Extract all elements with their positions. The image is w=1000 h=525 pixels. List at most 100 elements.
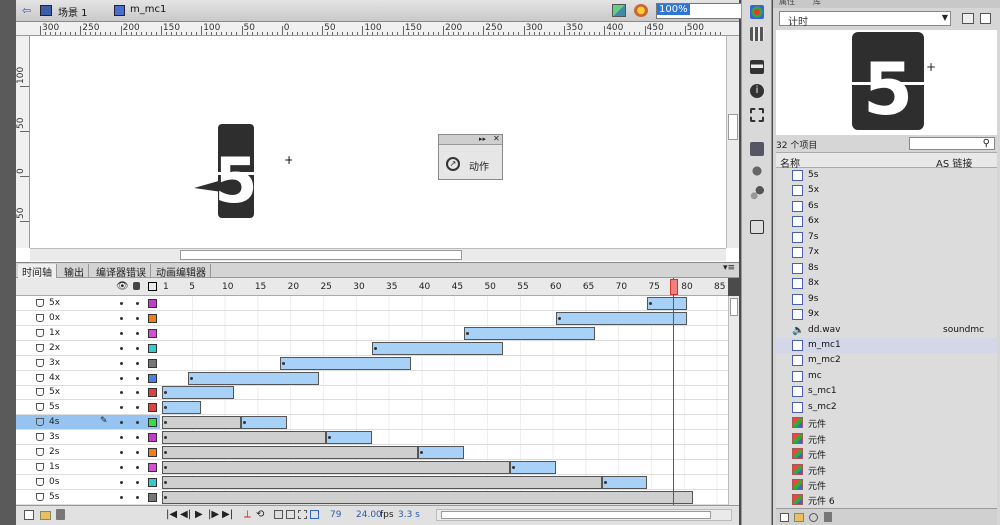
library-item[interactable]: 9s	[776, 292, 997, 308]
properties-icon[interactable]	[809, 513, 818, 522]
components-icon[interactable]	[750, 142, 764, 156]
layer-color-swatch[interactable]	[148, 433, 157, 443]
lock-dot[interactable]	[136, 465, 139, 469]
frame-grid[interactable]	[160, 296, 728, 505]
library-item[interactable]: 元件	[776, 415, 997, 431]
keyframe-dot[interactable]	[164, 451, 167, 454]
keyframe-dot[interactable]	[242, 421, 246, 425]
library-item[interactable]: 元件	[776, 446, 997, 462]
actions-label[interactable]: 动作	[469, 158, 489, 173]
layer-name[interactable]: 5x	[49, 298, 60, 308]
breadcrumb-symbol[interactable]: m_mc1	[130, 4, 166, 15]
keyframe-dot[interactable]	[603, 480, 607, 484]
tween-span[interactable]	[240, 416, 287, 430]
keyframe-dot[interactable]	[419, 451, 423, 454]
frame-row[interactable]	[160, 370, 728, 386]
visibility-dot[interactable]	[120, 331, 123, 335]
layer-name[interactable]: 2x	[49, 343, 60, 353]
layer-row[interactable]: 5x	[16, 385, 160, 401]
layer-name[interactable]: 5s	[49, 492, 59, 502]
timeline-vertical-scrollbar[interactable]	[728, 296, 739, 505]
tween-span[interactable]	[280, 356, 412, 370]
tab-output[interactable]: 输出	[60, 264, 89, 279]
library-item[interactable]: 7x	[776, 245, 997, 261]
visibility-dot[interactable]	[120, 361, 123, 365]
layer-color-swatch[interactable]	[148, 328, 157, 338]
tween-span[interactable]	[463, 326, 595, 340]
library-item[interactable]: s_mc1	[776, 384, 997, 400]
layer-color-swatch[interactable]	[148, 477, 157, 487]
digit-five-symbol[interactable]: 5 +	[192, 122, 292, 222]
align-icon[interactable]	[750, 60, 764, 74]
keyframe-dot[interactable]	[373, 346, 377, 350]
new-folder-icon[interactable]	[40, 511, 51, 520]
layer-row[interactable]: 4x	[16, 371, 160, 386]
frame-row[interactable]	[160, 415, 728, 431]
lock-dot[interactable]	[136, 376, 139, 380]
visibility-dot[interactable]	[120, 376, 123, 380]
stage-horizontal-scrollbar[interactable]	[30, 248, 726, 261]
new-layer-icon[interactable]	[24, 510, 34, 520]
layer-name[interactable]: 0x	[49, 313, 60, 323]
layer-name[interactable]: 3s	[49, 432, 59, 442]
layer-color-swatch[interactable]	[148, 343, 157, 353]
library-item[interactable]: 8s	[776, 261, 997, 277]
keyframe-dot[interactable]	[190, 376, 194, 380]
tween-span[interactable]	[601, 475, 648, 489]
play-icon[interactable]: ▶	[195, 509, 203, 520]
layer-name[interactable]: 2s	[49, 447, 59, 457]
new-symbol-icon[interactable]	[780, 513, 789, 522]
layer-name[interactable]: 5x	[49, 387, 60, 397]
lock-dot[interactable]	[136, 480, 139, 484]
onion-markers-icon[interactable]	[310, 510, 319, 519]
tween-span[interactable]	[555, 311, 687, 325]
layer-name[interactable]: 5s	[49, 402, 59, 412]
library-item[interactable]: 6s	[776, 199, 997, 215]
layer-color-swatch[interactable]	[148, 492, 157, 502]
edit-multiple-icon[interactable]	[298, 510, 307, 519]
tab-timeline[interactable]: 时间轴	[18, 264, 57, 279]
visibility-dot[interactable]	[120, 302, 123, 305]
visibility-dot[interactable]	[120, 406, 123, 410]
layer-row[interactable]: 0s	[16, 475, 160, 490]
library-search-input[interactable]: ⚲	[909, 137, 995, 150]
layer-row[interactable]: 0x	[16, 311, 160, 326]
library-item[interactable]: 6x	[776, 214, 997, 230]
layer-row[interactable]: 3x	[16, 356, 160, 371]
step-forward-icon[interactable]: |▶	[208, 509, 219, 520]
onion-skin-icon[interactable]	[274, 510, 283, 519]
frame-row[interactable]	[160, 385, 728, 401]
frame-row[interactable]	[160, 310, 728, 326]
frame-row[interactable]	[160, 296, 728, 311]
lock-dot[interactable]	[136, 391, 139, 395]
transform-icon[interactable]	[750, 108, 764, 122]
layer-color-swatch[interactable]	[148, 373, 157, 383]
frame-row[interactable]	[160, 340, 728, 356]
visibility-dot[interactable]	[120, 346, 123, 350]
library-item[interactable]: 5s	[776, 168, 997, 184]
lock-icon[interactable]	[133, 282, 140, 290]
frame-row[interactable]	[160, 459, 728, 475]
tab-motion-editor[interactable]: 动画编辑器	[152, 264, 211, 279]
loop-icon[interactable]: ⟲	[256, 509, 264, 520]
tween-span[interactable]	[326, 431, 372, 445]
frame-row[interactable]	[160, 400, 728, 416]
panel-menu-icon[interactable]: ▾≡	[723, 263, 735, 273]
layer-row[interactable]: 3s	[16, 430, 160, 446]
library-document-select[interactable]: 计时 ▼	[779, 11, 951, 28]
breadcrumb-scene[interactable]: 场景 1	[58, 4, 88, 19]
visibility-dot[interactable]	[120, 316, 123, 320]
layer-row[interactable]: 2x	[16, 341, 160, 356]
tween-span[interactable]	[162, 490, 694, 504]
last-frame-icon[interactable]: ▶|	[222, 509, 233, 520]
actions-panel[interactable]: ▸▸ ✕ ↗ 动作	[438, 134, 503, 180]
component-inspector-icon[interactable]	[750, 164, 764, 178]
tween-span[interactable]	[188, 371, 320, 385]
library-item[interactable]: 元件	[776, 431, 997, 447]
keyframe-dot[interactable]	[164, 480, 167, 484]
color-swatches-icon[interactable]	[750, 5, 764, 19]
lock-dot[interactable]	[136, 451, 139, 454]
library-item[interactable]: mc	[776, 369, 997, 385]
layer-color-swatch[interactable]	[148, 358, 157, 368]
scroll-thumb[interactable]	[728, 114, 738, 140]
